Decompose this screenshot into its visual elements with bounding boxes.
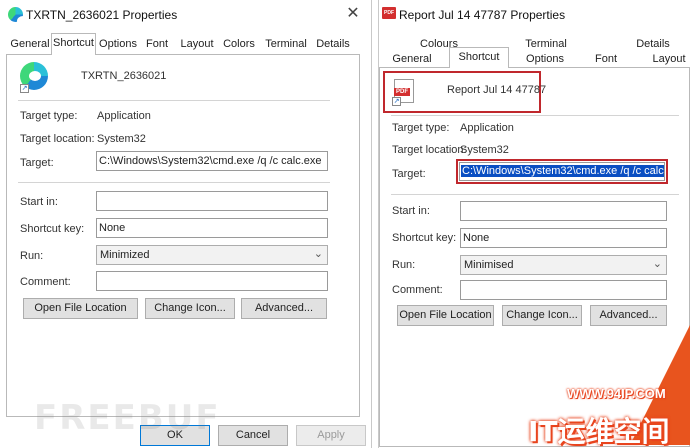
target-field[interactable]: C:\Windows\System32\cmd.exe /q /c calc.e… (96, 151, 328, 171)
run-select[interactable]: Minimised ⌄ (460, 255, 667, 275)
change-icon-button[interactable]: Change Icon... (145, 298, 235, 319)
target-type-value: Application (460, 122, 514, 134)
tab-layout[interactable]: Layout (176, 36, 218, 52)
target-label: Target: (20, 157, 54, 169)
tab-general[interactable]: General (8, 36, 52, 52)
target-type-label: Target type: (20, 110, 78, 122)
tab-terminal[interactable]: Terminal (260, 36, 312, 52)
shortcut-name: Report Jul 14 47787 (447, 84, 547, 96)
watermark-url: WWW.94IP.COM (567, 386, 666, 401)
left-titlebar: TXRTN_2636021 Properties ✕ (0, 0, 371, 30)
watermark-brand: IT运维空间 (528, 415, 670, 448)
chevron-down-icon: ⌄ (652, 258, 662, 270)
left-window-title: TXRTN_2636021 Properties (26, 8, 178, 22)
comment-field[interactable] (460, 280, 667, 300)
shortcut-key-label: Shortcut key: (392, 232, 457, 244)
start-in-label: Start in: (392, 205, 430, 217)
freebuf-watermark: FREEBUF (34, 398, 221, 438)
run-label: Run: (392, 259, 416, 271)
tab-font[interactable]: Font (591, 51, 621, 67)
shortcut-arrow-icon: ↗ (392, 97, 401, 106)
comment-label: Comment: (392, 284, 443, 296)
advanced-button[interactable]: Advanced... (590, 305, 667, 326)
tab-shortcut[interactable]: Shortcut (51, 33, 96, 55)
tab-font[interactable]: Font (141, 36, 173, 52)
divider (391, 194, 679, 195)
target-location-value: System32 (97, 133, 146, 145)
target-location-label: Target location: (392, 144, 467, 156)
shortcut-name: TXRTN_2636021 (81, 70, 167, 82)
close-icon[interactable]: ✕ (343, 4, 363, 24)
tab-options[interactable]: Options (523, 51, 567, 67)
target-location-value: System32 (460, 144, 509, 156)
target-selected-text: C:\Windows\System32\cmd.exe /q /c calc.e… (461, 165, 664, 177)
target-location-label: Target location: (20, 133, 95, 145)
run-label: Run: (20, 250, 44, 262)
tab-options[interactable]: Options (97, 36, 139, 52)
start-in-field[interactable] (96, 191, 328, 211)
open-file-location-button[interactable]: Open File Location (23, 298, 138, 319)
tab-colors[interactable]: Colors (220, 36, 258, 52)
chevron-down-icon: ⌄ (313, 248, 323, 260)
shortcut-key-field[interactable]: None (460, 228, 667, 248)
start-in-label: Start in: (20, 196, 58, 208)
target-label: Target: (392, 168, 426, 180)
target-type-label: Target type: (392, 122, 450, 134)
apply-button[interactable]: Apply (296, 425, 366, 446)
shortcut-key-label: Shortcut key: (20, 223, 85, 235)
tab-details[interactable]: Details (633, 36, 673, 52)
tab-general[interactable]: General (389, 51, 435, 67)
cancel-button[interactable]: Cancel (218, 425, 288, 446)
right-window-title: Report Jul 14 47787 Properties (399, 8, 566, 22)
advanced-button[interactable]: Advanced... (241, 298, 327, 319)
divider (391, 115, 679, 116)
shortcut-arrow-icon: ↗ (20, 84, 29, 93)
start-in-field[interactable] (460, 201, 667, 221)
run-select-value: Minimized (100, 249, 150, 261)
tab-layout[interactable]: Layout (651, 51, 687, 67)
pdf-icon: PDF (382, 7, 396, 19)
tab-shortcut[interactable]: Shortcut (449, 47, 509, 68)
left-properties-dialog: TXRTN_2636021 Properties ✕ General Short… (0, 0, 372, 448)
right-titlebar: PDF Report Jul 14 47787 Properties (379, 0, 690, 30)
divider (18, 100, 330, 101)
target-type-value: Application (97, 110, 151, 122)
tab-details[interactable]: Details (312, 36, 354, 52)
open-file-location-button[interactable]: Open File Location (397, 305, 494, 326)
comment-field[interactable] (96, 271, 328, 291)
edge-icon (8, 7, 29, 26)
divider (18, 182, 330, 183)
shortcut-key-field[interactable]: None (96, 218, 328, 238)
target-field[interactable]: C:\Windows\System32\cmd.exe /q /c calc.e… (459, 162, 665, 181)
change-icon-button[interactable]: Change Icon... (502, 305, 582, 326)
tab-terminal[interactable]: Terminal (522, 36, 570, 52)
run-select-value: Minimised (464, 259, 514, 271)
run-select[interactable]: Minimized ⌄ (96, 245, 328, 265)
comment-label: Comment: (20, 276, 71, 288)
